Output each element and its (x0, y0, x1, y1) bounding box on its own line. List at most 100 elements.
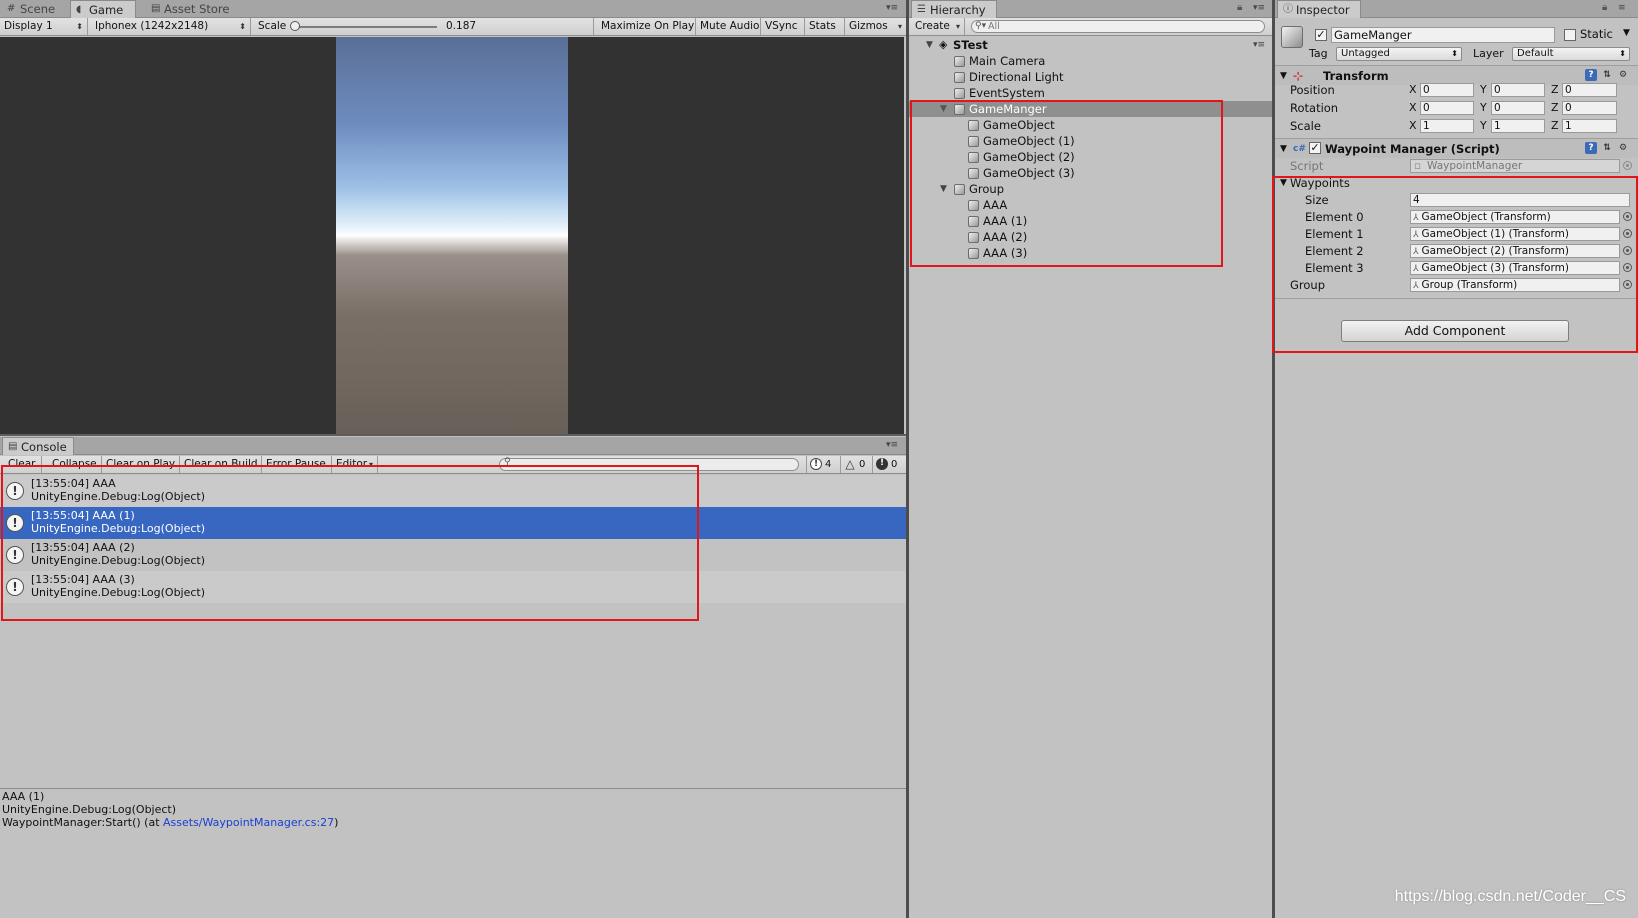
axis-z-label[interactable]: Z (1551, 99, 1559, 117)
rotation-label: Rotation (1290, 101, 1339, 115)
tab-console[interactable]: ▤ Console (2, 437, 74, 455)
preset-icon[interactable]: ⇅ (1601, 142, 1613, 154)
maximize-on-play-toggle[interactable]: Maximize On Play (597, 18, 696, 35)
position-x-field[interactable]: 0 (1420, 83, 1474, 97)
panel-menu-icon[interactable]: ▾≡ (1253, 3, 1265, 13)
tag-dropdown[interactable]: Untagged ⬍ (1336, 47, 1462, 61)
mute-audio-label: Mute Audio (700, 20, 760, 32)
waypoint-manager-header[interactable]: ▼ c# ✓ Waypoint Manager (Script) ? ⇅ ⚙ (1275, 138, 1638, 158)
position-y-field[interactable]: 0 (1491, 83, 1545, 97)
scale-row: Scale X 1 Y 1 Z 1 (1275, 117, 1638, 135)
foldout-arrow-icon[interactable]: ▼ (1280, 139, 1287, 159)
vsync-toggle[interactable]: VSync (761, 18, 805, 35)
detail-stack-suffix: ) (334, 816, 339, 829)
game-view-letterbox-left (0, 37, 336, 434)
tag-value: Untagged (1341, 48, 1390, 59)
preset-icon[interactable]: ⇅ (1601, 69, 1613, 81)
panel-divider[interactable] (0, 434, 906, 436)
scale-y-field[interactable]: 1 (1491, 119, 1545, 133)
game-view-render[interactable] (336, 37, 568, 434)
gear-icon[interactable]: ⚙ (1617, 142, 1629, 154)
highlight-box-hierarchy (910, 100, 1223, 267)
position-z-field[interactable]: 0 (1562, 83, 1617, 97)
error-count-toggle[interactable]: ! 0 (872, 456, 901, 473)
maximize-on-play-label: Maximize On Play (601, 20, 695, 32)
gizmos-dropdown[interactable]: Gizmos ▾ (845, 18, 906, 35)
search-icon: ⚲▾ (975, 21, 987, 31)
hierarchy-item-directional-light[interactable]: Directional Light (909, 69, 1272, 85)
scene-root-row[interactable]: ▼ ◈ STest ▾≡ (909, 37, 1272, 53)
tab-scene[interactable]: # Scene (2, 0, 68, 18)
panel-menu-icon[interactable]: ▾≡ (886, 3, 898, 13)
axis-x-label[interactable]: X (1409, 81, 1417, 99)
tab-asset-store-label: Asset Store (164, 2, 230, 16)
scene-menu-icon[interactable]: ▾≡ (1253, 37, 1265, 53)
static-dropdown-arrow-icon[interactable]: ▼ (1623, 28, 1630, 38)
gear-icon[interactable]: ⚙ (1617, 69, 1629, 81)
axis-y-label[interactable]: Y (1480, 99, 1487, 117)
axis-x-label[interactable]: X (1409, 117, 1417, 135)
component-enabled-checkbox[interactable]: ✓ (1309, 142, 1321, 154)
display-dropdown[interactable]: Display 1 ⬍ (0, 18, 88, 35)
axis-y-label[interactable]: Y (1480, 81, 1487, 99)
hierarchy-item-main-camera[interactable]: Main Camera (909, 53, 1272, 69)
scale-slider-track[interactable] (292, 26, 437, 28)
scale-z-field[interactable]: 1 (1562, 119, 1617, 133)
detail-stack-line: WaypointManager:Start() (at Assets/Waypo… (2, 816, 904, 829)
static-checkbox[interactable] (1564, 29, 1576, 41)
hierarchy-item-eventsystem[interactable]: EventSystem (909, 85, 1272, 101)
hierarchy-search-input[interactable]: ⚲▾ All (971, 20, 1265, 33)
scene-name: STest (953, 38, 988, 52)
dropdown-arrow-icon: ⬍ (239, 22, 246, 31)
tab-game[interactable]: ◖ Game (70, 0, 136, 18)
tab-console-label: Console (21, 440, 67, 454)
rotation-x-field[interactable]: 0 (1420, 101, 1474, 115)
warning-count-toggle[interactable]: △ 0 (840, 456, 869, 473)
lock-icon[interactable]: 🔒︎ (1237, 2, 1242, 13)
tab-hierarchy[interactable]: ☰ Hierarchy (911, 0, 997, 18)
info-count-toggle[interactable]: ! 4 (806, 456, 835, 473)
detail-stack-prefix: WaypointManager:Start() (at (2, 816, 163, 829)
lock-icon[interactable]: 🔒︎ (1602, 2, 1607, 13)
panel-menu-icon[interactable]: ≡ (1618, 3, 1626, 13)
hierarchy-item-label: Main Camera (969, 54, 1046, 68)
active-checkbox[interactable]: ✓ (1315, 29, 1327, 41)
create-dropdown[interactable]: Create ▾ (911, 18, 965, 35)
axis-z-label[interactable]: Z (1551, 81, 1559, 99)
mute-audio-toggle[interactable]: Mute Audio (696, 18, 761, 35)
stats-toggle[interactable]: Stats (805, 18, 845, 35)
tab-asset-store[interactable]: ▤ Asset Store (146, 0, 246, 18)
script-asset-icon: ▫ (1414, 160, 1422, 172)
layer-dropdown[interactable]: Default ⬍ (1512, 47, 1630, 61)
rotation-z-field[interactable]: 0 (1562, 101, 1617, 115)
object-name-field[interactable]: GameManger (1331, 27, 1555, 43)
axis-x-label[interactable]: X (1409, 99, 1417, 117)
axis-y-label[interactable]: Y (1480, 117, 1487, 135)
console-detail-pane: AAA (1) UnityEngine.Debug:Log(Object) Wa… (0, 789, 906, 918)
dropdown-arrow-icon: ⬍ (76, 22, 83, 31)
game-pacman-icon: ◖ (76, 4, 82, 15)
scale-slider-thumb[interactable] (290, 21, 300, 31)
resolution-dropdown-label: Iphonex (1242x2148) (95, 20, 209, 32)
info-circle-icon: ⓘ (1283, 4, 1293, 15)
expand-arrow-icon[interactable]: ▼ (926, 37, 933, 53)
panel-menu-icon[interactable]: ▾≡ (886, 440, 898, 450)
help-book-icon[interactable]: ? (1585, 142, 1597, 154)
axis-z-label[interactable]: Z (1551, 117, 1559, 135)
rotation-row: Rotation X 0 Y 0 Z 0 (1275, 99, 1638, 117)
tab-inspector[interactable]: ⓘ Inspector (1277, 0, 1361, 18)
gameobject-cube-icon (954, 56, 965, 67)
rotation-y-field[interactable]: 0 (1491, 101, 1545, 115)
script-file-icon: c# (1293, 144, 1306, 154)
tab-scene-label: Scene (20, 2, 56, 16)
scale-x-field[interactable]: 1 (1420, 119, 1474, 133)
console-icon: ▤ (8, 441, 18, 452)
source-file-link[interactable]: Assets/WaypointManager.cs:27 (163, 816, 334, 829)
help-book-icon[interactable]: ? (1585, 69, 1597, 81)
hierarchy-toolbar: Create ▾ ⚲▾ All (909, 18, 1272, 36)
vsync-label: VSync (765, 20, 798, 32)
resolution-dropdown[interactable]: Iphonex (1242x2148) ⬍ (91, 18, 251, 35)
layer-value: Default (1517, 48, 1554, 59)
inspector-body: ✓ GameManger Static ▼ Tag Untagged ⬍ Lay… (1275, 18, 1638, 918)
display-dropdown-label: Display 1 (4, 20, 53, 32)
